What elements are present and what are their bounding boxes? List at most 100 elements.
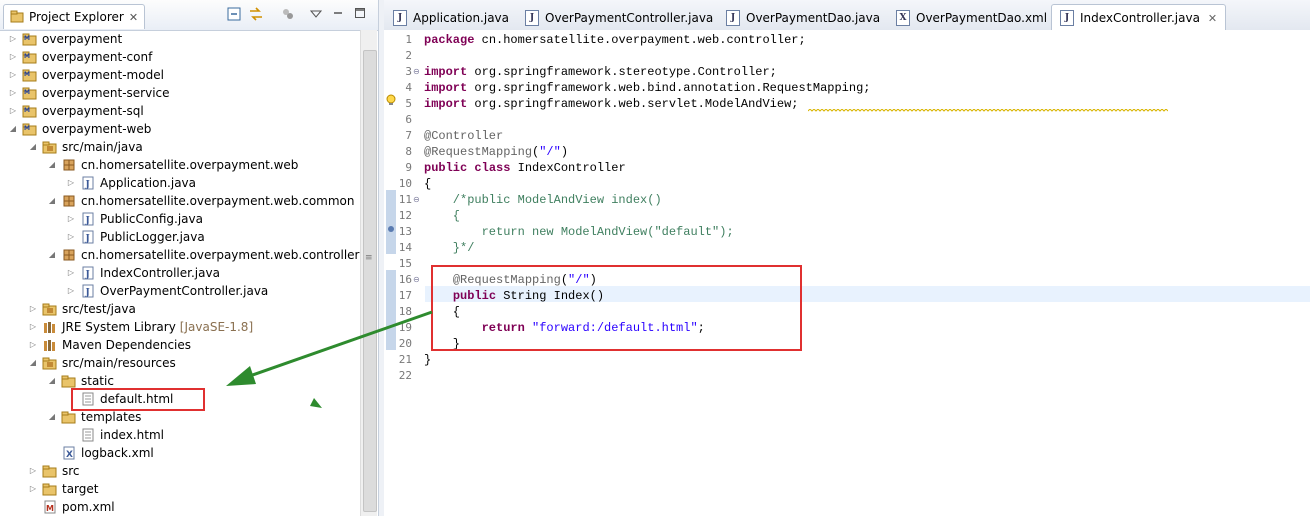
line-number: 2 bbox=[405, 49, 412, 62]
line-number: 12 bbox=[398, 209, 412, 222]
tree-item[interactable]: ▷ Moverpayment-model bbox=[8, 66, 164, 84]
tree-item[interactable]: ◢ cn.homersatellite.overpayment.web bbox=[47, 156, 299, 174]
tree-item[interactable]: Xlogback.xml bbox=[47, 444, 154, 462]
line-number: 20 bbox=[398, 337, 412, 350]
expand-toggle-icon[interactable]: ◢ bbox=[28, 138, 38, 156]
java-file-icon: J bbox=[726, 9, 740, 26]
breakpoint-icon[interactable] bbox=[388, 226, 394, 232]
expand-toggle-icon[interactable]: ▷ bbox=[66, 228, 76, 246]
tree-item[interactable]: ◢ Moverpayment-web bbox=[8, 120, 151, 138]
maximize-icon[interactable] bbox=[352, 7, 368, 23]
code-token: } bbox=[424, 353, 432, 367]
svg-text:M: M bbox=[24, 107, 30, 114]
tree-item[interactable]: ▷ Moverpayment-service bbox=[8, 84, 170, 102]
expand-toggle-icon[interactable]: ◢ bbox=[8, 120, 18, 138]
tree-item-label: pom.xml bbox=[62, 500, 115, 514]
expand-toggle-icon[interactable]: ▷ bbox=[28, 300, 38, 318]
expand-toggle-icon[interactable]: ▷ bbox=[8, 102, 18, 120]
close-icon[interactable]: ✕ bbox=[129, 11, 138, 24]
project-tree: ▷ Moverpayment ▷ Moverpayment-conf ▷ Moverpay… bbox=[0, 30, 360, 516]
tree-item[interactable]: ▷ target bbox=[28, 480, 99, 498]
expand-toggle-icon[interactable]: ▷ bbox=[8, 66, 18, 84]
tree-item[interactable]: ◢ src/main/resources bbox=[28, 354, 176, 372]
expand-toggle-icon[interactable]: ▷ bbox=[8, 48, 18, 66]
tree-item[interactable]: ◢ cn.homersatellite.overpayment.web.contr… bbox=[47, 246, 360, 264]
tree-item[interactable]: ▷ J PublicLogger.java bbox=[66, 228, 205, 246]
filter-icon[interactable] bbox=[280, 7, 296, 23]
editor-tab[interactable]: X OverPaymentDao.xml bbox=[887, 4, 1056, 30]
tree-item-label: overpayment-service bbox=[42, 86, 170, 100]
tree-item[interactable]: ▷ J OverPaymentController.java bbox=[66, 282, 268, 300]
tree-item-label: src bbox=[62, 464, 80, 478]
tree-item[interactable]: ◢ cn.homersatellite.overpayment.web.commo… bbox=[47, 192, 355, 210]
editor-tab[interactable]: J Application.java bbox=[384, 4, 518, 30]
expand-toggle-icon[interactable]: ▷ bbox=[66, 210, 76, 228]
line-number: 10 bbox=[398, 177, 412, 190]
tree-item[interactable]: ▷ J Application.java bbox=[66, 174, 196, 192]
minimize-icon[interactable] bbox=[330, 7, 346, 23]
tree-item[interactable]: ◢ src/main/java bbox=[28, 138, 143, 156]
scrollbar-thumb[interactable] bbox=[363, 50, 377, 512]
package-icon bbox=[61, 158, 77, 172]
expand-toggle-icon[interactable]: ◢ bbox=[47, 156, 57, 174]
expand-toggle-icon[interactable]: ◢ bbox=[47, 372, 57, 390]
tree-item[interactable]: Mpom.xml bbox=[28, 498, 115, 516]
fold-toggle-icon[interactable]: ⊖ bbox=[413, 192, 422, 208]
tree-item[interactable]: ▷ J PublicConfig.java bbox=[66, 210, 203, 228]
tree-item[interactable]: ▷ Moverpayment-conf bbox=[8, 48, 152, 66]
line-number: 17 bbox=[398, 289, 412, 302]
code-line: }*/ bbox=[424, 240, 475, 256]
fold-toggle-icon[interactable]: ⊖ bbox=[413, 64, 422, 80]
tree-item-label: overpayment-sql bbox=[42, 104, 144, 118]
close-icon[interactable]: ✕ bbox=[1208, 12, 1217, 25]
tree-item-label: cn.homersatellite.overpayment.web bbox=[81, 158, 299, 172]
collapse-all-icon[interactable] bbox=[226, 7, 242, 23]
expand-toggle-icon[interactable]: ◢ bbox=[28, 354, 38, 372]
html-file-icon bbox=[80, 428, 96, 442]
code-line: package cn.homersatellite.overpayment.we… bbox=[424, 32, 806, 48]
expand-toggle-icon[interactable]: ▷ bbox=[66, 174, 76, 192]
code-token: import bbox=[424, 97, 468, 111]
line-number: 13 bbox=[398, 225, 412, 238]
expand-toggle-icon[interactable]: ▷ bbox=[28, 336, 38, 354]
tree-item[interactable]: ▷ JRE System Library [JavaSE-1.8] bbox=[28, 318, 253, 336]
expand-toggle-icon[interactable]: ▷ bbox=[28, 462, 38, 480]
line-number: 8 bbox=[405, 145, 412, 158]
tab-project-explorer[interactable]: Project Explorer ✕ bbox=[3, 4, 146, 29]
expand-toggle-icon[interactable]: ◢ bbox=[47, 408, 57, 426]
source-folder-icon bbox=[42, 302, 58, 316]
tree-item[interactable]: index.html bbox=[66, 426, 164, 444]
folder-icon bbox=[61, 374, 77, 388]
editor-tabs: J Application.java J OverPaymentController.… bbox=[384, 0, 1310, 31]
warning-icon[interactable] bbox=[385, 94, 397, 108]
expand-toggle-icon[interactable]: ▷ bbox=[8, 84, 18, 102]
tree-item[interactable]: ▷ src/test/java bbox=[28, 300, 136, 318]
tree-item[interactable]: ▷ Moverpayment-sql bbox=[8, 102, 144, 120]
expand-toggle-icon[interactable]: ▷ bbox=[66, 264, 76, 282]
expand-toggle-icon[interactable]: ◢ bbox=[47, 192, 57, 210]
expand-toggle-icon[interactable]: ▷ bbox=[28, 318, 38, 336]
code-line: import org.springframework.web.bind.anno… bbox=[424, 80, 870, 96]
tree-item[interactable]: ▷ src bbox=[28, 462, 80, 480]
tree-item-label: cn.homersatellite.overpayment.web.contro… bbox=[81, 248, 360, 262]
editor-tab[interactable]: J OverPaymentDao.java bbox=[717, 4, 889, 30]
tree-item[interactable]: ▷ Moverpayment bbox=[8, 30, 122, 48]
expand-toggle-icon[interactable]: ▷ bbox=[28, 480, 38, 498]
tree-item[interactable]: ▷ J IndexController.java bbox=[66, 264, 220, 282]
tree-item-decoration: [JavaSE-1.8] bbox=[179, 320, 254, 334]
view-menu-icon[interactable] bbox=[308, 7, 324, 23]
fold-toggle-icon[interactable]: ⊖ bbox=[413, 272, 422, 288]
editor-area: J Application.java J OverPaymentController.… bbox=[384, 0, 1310, 516]
explorer-scrollbar[interactable]: ≡ bbox=[360, 30, 377, 516]
change-bar bbox=[386, 190, 396, 254]
tree-item[interactable]: ▷ Maven Dependencies bbox=[28, 336, 191, 354]
link-with-editor-icon[interactable] bbox=[248, 7, 264, 23]
code-token: IndexController bbox=[510, 161, 626, 175]
expand-toggle-icon[interactable]: ◢ bbox=[47, 246, 57, 264]
expand-toggle-icon[interactable]: ▷ bbox=[8, 30, 18, 48]
editor-tab[interactable]: J OverPaymentController.java bbox=[516, 4, 722, 30]
source-folder-icon bbox=[42, 356, 58, 370]
editor-tab[interactable]: J IndexController.java ✕ bbox=[1051, 4, 1227, 31]
tree-item-label: PublicLogger.java bbox=[100, 230, 205, 244]
expand-toggle-icon[interactable]: ▷ bbox=[66, 282, 76, 300]
